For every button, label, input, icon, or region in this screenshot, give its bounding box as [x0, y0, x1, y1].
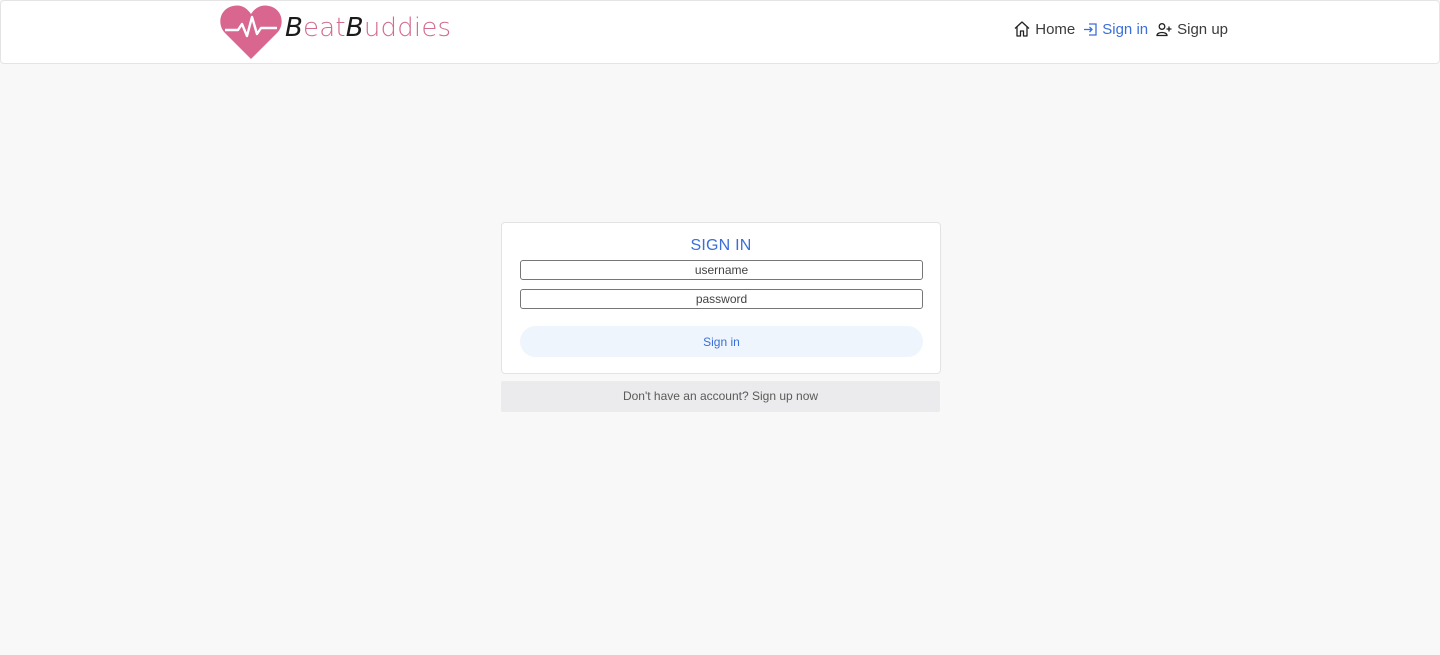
brand[interactable]: BeatBuddies [219, 1, 451, 63]
signin-title: SIGN IN [690, 237, 752, 254]
brand-part-2: uddies [363, 13, 452, 43]
signin-button[interactable]: Sign in [520, 326, 923, 357]
signin-card: SIGN IN Sign in [501, 222, 941, 374]
heart-pulse-icon [220, 5, 282, 60]
nav-home[interactable]: Home [1013, 20, 1075, 38]
nav-signin[interactable]: Sign in [1083, 21, 1148, 38]
username-input[interactable] [520, 260, 923, 280]
signup-link[interactable]: Don't have an account? Sign up now [501, 381, 940, 412]
navbar: BeatBuddies Home Sign in Sign up [0, 0, 1440, 64]
nav-signin-label: Sign in [1102, 20, 1149, 38]
nav-signup-label: Sign up [1177, 20, 1228, 38]
brand-part-1: eat [303, 13, 346, 43]
login-icon [1084, 22, 1097, 36]
nav-home-label: Home [1035, 20, 1076, 38]
nav-links: Home Sign in Sign up [1013, 17, 1228, 41]
home-icon [1014, 21, 1030, 37]
brand-name: BeatBuddies [285, 13, 451, 43]
brand-initial-2: B [345, 13, 364, 43]
brand-initial-1: B [285, 13, 304, 43]
person-plus-icon [1156, 22, 1172, 36]
password-input[interactable] [520, 289, 923, 309]
nav-signup[interactable]: Sign up [1156, 21, 1228, 38]
